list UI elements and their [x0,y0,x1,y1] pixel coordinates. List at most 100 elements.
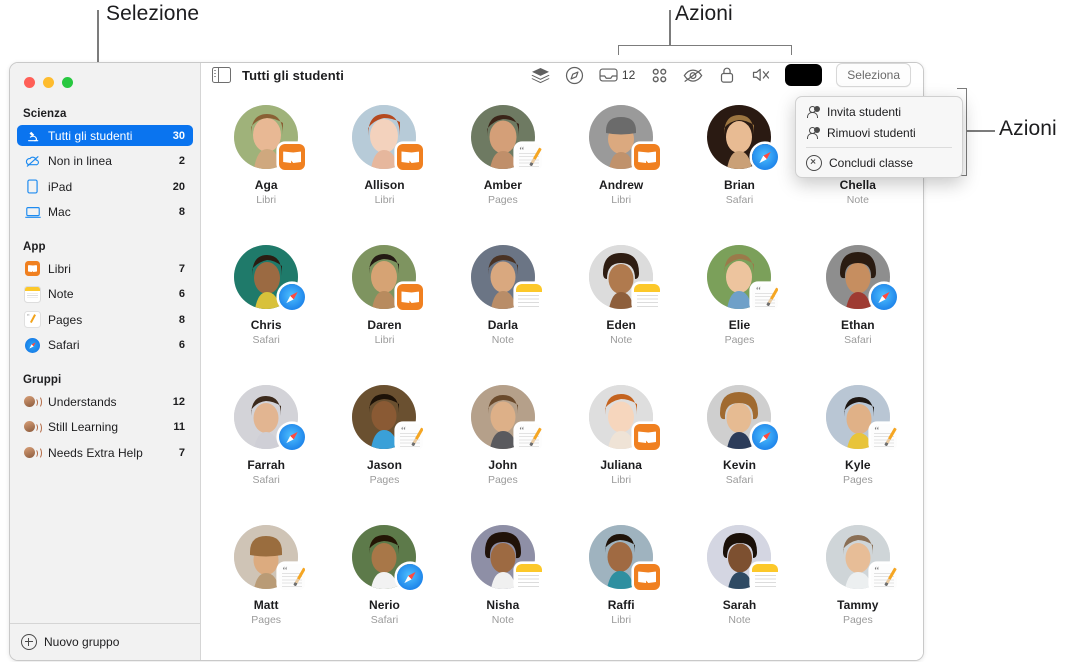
student-app: Libri [611,614,632,626]
student-card[interactable]: Kevin Safari [680,385,798,525]
screen-button-icon[interactable] [785,64,823,86]
sidebar-item-count: 6 [178,339,185,351]
student-app: Pages [487,474,518,486]
sidebar-item-ipad[interactable]: iPad 20 [17,176,193,197]
group-icon [23,445,42,461]
menu-item-invita-studenti[interactable]: Invita studenti [796,101,962,122]
layers-icon[interactable] [531,65,551,85]
student-card[interactable]: Raffi Libri [562,525,680,660]
student-app: Pages [369,474,400,486]
sidebar-item-understands[interactable]: Understands 12 [17,391,193,412]
student-card[interactable]: “ Amber Pages [444,105,562,245]
student-app: Safari [370,614,399,626]
student-name: Nisha [486,598,520,612]
sidebar-item-needs-extra-help[interactable]: Needs Extra Help 7 [17,442,193,463]
safari-app-icon [23,337,42,353]
student-card[interactable]: “ Elie Pages [680,245,798,385]
student-card[interactable]: Chris Safari [207,245,325,385]
notes-app-icon [23,285,42,303]
student-app: Safari [725,474,754,486]
menu-item-concludi-classe[interactable]: Concludi classe [796,152,962,173]
sidebar-item-label: Libri [48,261,71,276]
notes-badge-icon [515,284,542,310]
menu-item-label: Concludi classe [829,155,914,170]
student-card[interactable]: “ Jason Pages [325,385,443,525]
sidebar-item-still-learning[interactable]: Still Learning 11 [17,417,193,438]
sidebar-item-label: Understands [48,394,117,409]
inbox-icon [599,65,619,85]
person-add-icon [806,105,820,119]
inbox-button[interactable]: 12 [599,65,635,85]
mute-icon[interactable] [751,65,771,85]
books-badge-icon [279,144,306,170]
pages-app-icon [23,311,42,328]
pages-badge-icon: “ [515,424,542,450]
callout-azioni-top-bracket [618,45,792,55]
student-name: Tammy [837,598,879,612]
student-card[interactable]: “ John Pages [444,385,562,525]
close-button[interactable] [24,77,35,88]
sidebar: Scienza Tutti gli studenti 30 Non in lin… [10,63,201,660]
student-app: Pages [842,474,873,486]
student-card[interactable]: Farrah Safari [207,385,325,525]
student-app: Pages [251,614,282,626]
student-card[interactable]: Sarah Note [680,525,798,660]
student-card[interactable]: Eden Note [562,245,680,385]
sidebar-item-label: Safari [48,338,80,352]
sidebar-item-count: 8 [178,206,185,218]
sidebar-item-tutti-gli-studenti[interactable]: Tutti gli studenti 30 [17,125,193,146]
callout-azioni-right-leader [966,130,995,132]
student-card[interactable]: Brian Safari [680,105,798,245]
books-badge-icon [397,144,424,170]
sidebar-item-libri[interactable]: Libri 7 [17,258,193,279]
plus-circle-icon [21,634,37,650]
student-app: Safari [252,334,280,346]
traffic-lights [10,63,200,88]
student-card[interactable]: Nerio Safari [325,525,443,660]
student-card[interactable]: Nisha Note [444,525,562,660]
sidebar-toggle-icon[interactable] [212,66,231,84]
books-app-icon [23,261,42,277]
student-card[interactable]: Ethan Safari [799,245,917,385]
new-group-button[interactable]: Nuovo gruppo [10,623,200,660]
books-badge-icon [634,144,661,170]
student-name: Aga [254,178,278,192]
sidebar-item-note[interactable]: Note 6 [17,284,193,305]
eye-slash-icon[interactable] [683,65,703,85]
minimize-button[interactable] [43,77,54,88]
seleziona-button[interactable]: Seleziona [836,63,911,87]
student-card[interactable]: Andrew Libri [562,105,680,245]
navigate-icon[interactable] [565,65,585,85]
student-card[interactable]: “ Tammy Pages [799,525,917,660]
student-name: Nerio [369,598,400,612]
sidebar-item-mac[interactable]: Mac 8 [17,202,193,223]
apps-grid-icon[interactable] [649,65,669,85]
sidebar-item-safari[interactable]: Safari 6 [17,335,193,356]
sidebar-item-count: 30 [172,129,185,142]
student-app: Pages [724,334,755,346]
sidebar-item-count: 20 [172,180,185,193]
student-name: Matt [253,598,279,612]
sidebar-item-non-in-linea[interactable]: Non in linea 2 [17,151,193,172]
student-card[interactable]: Daren Libri [325,245,443,385]
notes-badge-icon [634,284,661,310]
student-card[interactable]: Darla Note [444,245,562,385]
sidebar-item-count: 7 [178,446,185,459]
student-card[interactable]: Aga Libri [207,105,325,245]
x-circle-icon [806,154,822,171]
sidebar-item-count: 8 [178,313,185,326]
zoom-button[interactable] [62,77,73,88]
sidebar-item-pages[interactable]: Pages 8 [17,309,193,330]
pages-badge-icon: “ [870,564,897,590]
sidebar-item-count: 12 [172,395,185,408]
student-card[interactable]: Allison Libri [325,105,443,245]
student-app: Pages [842,614,873,626]
student-card[interactable]: “ Matt Pages [207,525,325,660]
lock-icon[interactable] [717,65,737,85]
menu-item-rimuovi-studenti[interactable]: Rimuovi studenti [796,122,962,143]
student-card[interactable]: “ Kyle Pages [799,385,917,525]
ipad-icon [23,179,42,195]
safari-badge-icon [752,144,779,170]
student-card[interactable]: Juliana Libri [562,385,680,525]
student-app: Libri [374,194,395,206]
